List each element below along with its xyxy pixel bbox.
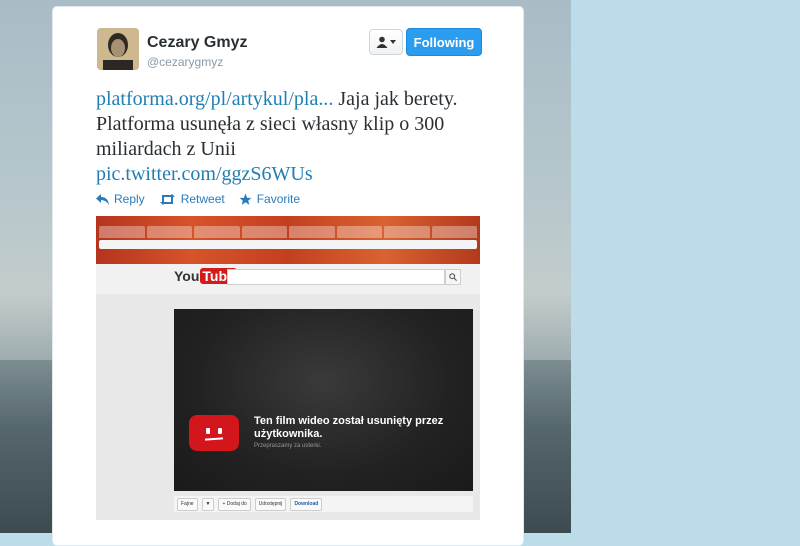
youtube-share-button: Udostępnij [254, 497, 287, 511]
browser-tab [431, 226, 477, 238]
search-icon [449, 273, 457, 281]
tweet-text: platforma.org/pl/artykul/pla... Jaja jak… [96, 87, 506, 187]
browser-chrome [96, 216, 480, 264]
reply-action[interactable]: Reply [96, 192, 145, 206]
youtube-search-field [227, 269, 445, 285]
youtube-actions-bar: Fajne ▼ + Dodaj do Udostępnij Download [174, 496, 473, 512]
user-display-name[interactable]: Cezary Gmyz [147, 34, 248, 52]
user-actions-dropdown[interactable] [369, 29, 403, 55]
browser-tab [241, 226, 287, 238]
youtube-player: Ten film wideo został usunięty przez uży… [174, 309, 473, 491]
retweet-label: Retweet [180, 192, 225, 206]
browser-tab [336, 226, 382, 238]
favorite-label: Favorite [256, 192, 301, 206]
tweet-actions: Reply Retweet Favorite [96, 192, 300, 206]
youtube-dislike-button: ▼ [201, 497, 215, 511]
following-button[interactable]: Following [406, 28, 482, 56]
browser-tab [289, 226, 335, 238]
browser-url-bar [99, 240, 477, 249]
browser-tab [194, 226, 240, 238]
youtube-like-button: Fajne [177, 497, 198, 511]
user-icon [376, 36, 388, 48]
youtube-download-button: Download [290, 497, 323, 511]
reply-icon [96, 193, 109, 205]
video-removed-message: Ten film wideo został usunięty przez uży… [254, 415, 444, 440]
tweet-link-pic[interactable]: pic.twitter.com/ggzS6WUs [96, 163, 313, 185]
youtube-search-button [445, 269, 461, 285]
browser-tab [99, 226, 145, 238]
browser-tab [384, 226, 430, 238]
tweet-link-article[interactable]: platforma.org/pl/artykul/pla... [96, 88, 333, 110]
browser-tab [146, 226, 192, 238]
tweet-media-image[interactable]: You Tube Ten film wideo został usunięty p… [96, 216, 480, 520]
sad-tv-icon [189, 415, 239, 451]
star-icon [239, 193, 252, 205]
browser-tabs [99, 226, 477, 238]
youtube-add-button: + Dodaj do [218, 497, 251, 511]
tweet-card: Cezary Gmyz @cezarygmyz Following platfo… [52, 6, 524, 546]
browser-bookmarks-bar [99, 251, 477, 261]
avatar[interactable] [97, 28, 139, 70]
chevron-down-icon [390, 40, 396, 44]
background-sky [571, 0, 800, 533]
youtube-logo-you: You [174, 268, 200, 284]
video-removed-apology: Przepraszamy za usterki. [254, 443, 322, 449]
reply-label: Reply [114, 192, 145, 206]
avatar-image [97, 28, 139, 70]
retweet-action[interactable]: Retweet [159, 192, 225, 206]
retweet-icon [159, 193, 175, 205]
user-handle[interactable]: @cezarygmyz [147, 55, 223, 69]
favorite-action[interactable]: Favorite [239, 192, 300, 206]
